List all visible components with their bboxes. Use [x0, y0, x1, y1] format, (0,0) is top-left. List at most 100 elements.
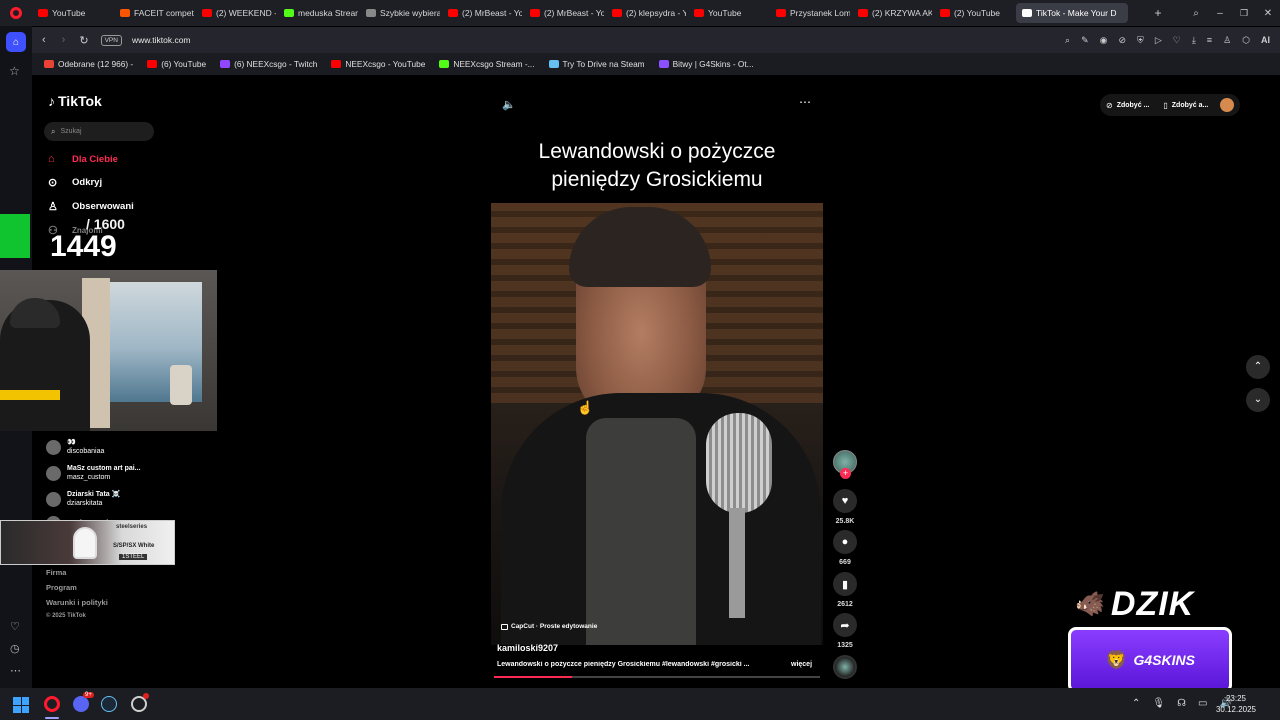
new-tab-button[interactable]: +	[1150, 6, 1166, 20]
heart-sidebar-icon[interactable]: ♡	[10, 620, 20, 633]
tab-label: (2) MrBeast - You	[544, 8, 604, 18]
nav-label: Odkryj	[72, 177, 103, 188]
tab-favicon-icon	[284, 9, 294, 17]
menu-icon[interactable]: ≡	[1207, 35, 1212, 46]
browser-tab[interactable]: TikTok - Make Your D	[1016, 3, 1128, 23]
download-icon[interactable]: ⤓	[1192, 35, 1196, 46]
footer-link[interactable]: Program	[46, 583, 108, 592]
get-app-button[interactable]: Zdobyć a...	[1172, 102, 1209, 109]
get-coins-button[interactable]: Zdobyć ...	[1117, 102, 1150, 109]
play-icon[interactable]: ▷	[1155, 35, 1162, 46]
browser-tab[interactable]: YouTube	[32, 3, 112, 23]
opera-taskbar-icon[interactable]	[44, 696, 60, 712]
search-box[interactable]: ⌕ Szukaj	[44, 122, 154, 141]
bookmark-item[interactable]: (6) NEEXcsgo - Twitch	[220, 59, 317, 69]
footer-link[interactable]: Warunki i polityki	[46, 598, 108, 607]
comment-icon[interactable]: ●	[833, 530, 857, 554]
profile-icon[interactable]: ♙	[1223, 35, 1231, 46]
browser-tab[interactable]: (2) KRZYWA AKC	[852, 3, 932, 23]
vpn-badge[interactable]: VPN	[100, 34, 122, 46]
video-player[interactable]: CapCut · Proste edytowanie ☝	[491, 203, 823, 645]
bookmark-icon[interactable]: ▮	[833, 572, 857, 596]
music-disc-icon[interactable]	[833, 655, 857, 679]
extensions-icon[interactable]: ⬡	[1242, 35, 1250, 46]
clock[interactable]: 23:25 30.12.2025	[1206, 693, 1266, 715]
profile-avatar[interactable]	[1220, 98, 1235, 112]
close-window-button[interactable]: ✕	[1256, 8, 1280, 19]
following-list: 👀 discobaniaa MaSz custom art pai... masz_c…	[46, 438, 141, 531]
steam-taskbar-icon[interactable]	[101, 696, 117, 712]
adblock-icon[interactable]: ⊘	[1119, 35, 1127, 46]
edit-icon[interactable]: ✎	[1081, 35, 1089, 46]
back-icon[interactable]: ‹	[42, 34, 46, 46]
home-sidebar-icon[interactable]: ⌂	[6, 32, 26, 52]
follow-plus-icon[interactable]: +	[840, 468, 851, 479]
webcam-chair	[170, 365, 192, 405]
tab-favicon-icon	[858, 9, 868, 17]
bookmark-item[interactable]: (6) YouTube	[147, 59, 206, 69]
search-input[interactable]: Szukaj	[60, 128, 81, 135]
tiktok-logo[interactable]: ♪ TikTok	[48, 93, 102, 109]
browser-tab[interactable]: (2) MrBeast - You	[524, 3, 604, 23]
video-more-link[interactable]: więcej	[791, 661, 812, 668]
following-account[interactable]: Dziarski Tata ☠️ dziarskitata	[46, 490, 141, 508]
bookmark-item[interactable]: Try To Drive na Steam	[548, 59, 645, 69]
discord-taskbar-icon[interactable]	[73, 696, 89, 712]
forward-icon[interactable]: ›	[62, 34, 66, 46]
history-sidebar-icon[interactable]: ◷	[10, 642, 20, 655]
browser-tab[interactable]: (2) MrBeast - You	[442, 3, 522, 23]
bookmark-item[interactable]: Bitwy | G4Skins - Ot...	[658, 59, 754, 69]
browser-tab[interactable]: Szybkie wybieran	[360, 3, 440, 23]
next-video-button[interactable]: ⌄	[1246, 388, 1270, 412]
url-text[interactable]: www.tiktok.com	[132, 35, 191, 45]
video-author[interactable]: kamiloski9207	[497, 643, 558, 653]
camera-icon[interactable]: ◉	[1100, 35, 1108, 46]
g4skins-banner: 🦁 G4SKINS	[1068, 627, 1232, 693]
reload-icon[interactable]: ↻	[79, 34, 88, 47]
get-app-icon: ▯	[1163, 100, 1168, 110]
nav-item-obserwowani[interactable]: ♙ Obserwowani	[48, 200, 134, 213]
minimize-button[interactable]: –	[1208, 8, 1232, 19]
tab-label: TikTok - Make Your D	[1036, 8, 1117, 18]
maximize-button[interactable]: ❐	[1232, 8, 1256, 19]
bookmark-item[interactable]: NEEXcsgo - YouTube	[331, 59, 425, 69]
browser-tab[interactable]: (2) klepsydra - Yo	[606, 3, 686, 23]
shield-icon[interactable]: ⛨	[1137, 35, 1144, 46]
browser-tab[interactable]: (2) YouTube	[934, 3, 1014, 23]
following-account[interactable]: MaSz custom art pai... masz_custom	[46, 464, 141, 482]
tray-overflow-icon[interactable]: ⌃	[1132, 698, 1140, 709]
more-sidebar-icon[interactable]: ⋯	[10, 664, 21, 677]
bookmark-heart-icon[interactable]: ♡	[1173, 35, 1181, 46]
star-sidebar-icon[interactable]: ☆	[9, 64, 20, 78]
bookmark-item[interactable]: NEEXcsgo Stream -...	[439, 59, 535, 69]
bookmark-item[interactable]: Odebrane (12 966) -	[44, 59, 133, 69]
like-heart-icon[interactable]: ♥	[833, 489, 857, 513]
video-progress-track[interactable]	[494, 676, 820, 678]
browser-tab[interactable]: meduska Stream	[278, 3, 358, 23]
search-icon: ⌕	[51, 126, 56, 136]
search-tabs-icon[interactable]: ⌕	[1184, 8, 1208, 19]
search-icon[interactable]: ⌕	[1065, 35, 1070, 46]
browser-tab[interactable]: Przystanek Lomb	[770, 3, 850, 23]
account-name: MaSz custom art pai...	[67, 465, 141, 472]
following-account[interactable]: 👀 discobaniaa	[46, 438, 141, 456]
share-icon[interactable]: ➦	[833, 613, 857, 637]
browser-tab[interactable]: FACEIT competiti	[114, 3, 194, 23]
nav-item-odkryj[interactable]: ⊙ Odkryj	[48, 176, 134, 189]
tab-favicon-icon	[530, 9, 540, 17]
nav-item-dla-ciebie[interactable]: ⌂ Dla Ciebie	[48, 153, 134, 165]
browser-tab[interactable]: (2) WEEKEND - H	[196, 3, 276, 23]
microphone-icon[interactable]: 🎙	[1152, 698, 1165, 709]
opera-logo-icon[interactable]	[0, 0, 32, 26]
previous-video-button[interactable]: ⌃	[1246, 355, 1270, 379]
capcut-badge[interactable]: CapCut · Proste edytowanie	[501, 623, 597, 630]
aria-ai-button[interactable]: AI	[1261, 35, 1270, 46]
obs-notification-dot	[143, 693, 149, 699]
mute-button[interactable]: 🔈	[502, 98, 516, 111]
windows-start-icon[interactable]	[13, 697, 29, 713]
headset-icon[interactable]: ☊	[1177, 698, 1186, 709]
browser-tab[interactable]: YouTube	[688, 3, 768, 23]
footer-link[interactable]: Firma	[46, 568, 108, 577]
comment-count: 669	[839, 559, 851, 566]
more-options-button[interactable]: ⋯	[799, 95, 812, 109]
